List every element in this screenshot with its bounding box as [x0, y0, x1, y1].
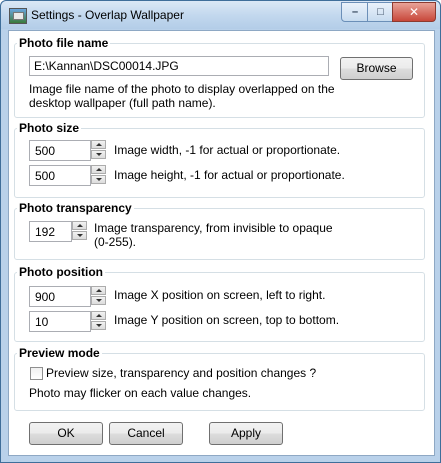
- photo-size-legend: Photo size: [19, 121, 80, 135]
- photo-file-legend: Photo file name: [19, 36, 109, 50]
- preview-mode-legend: Preview mode: [19, 346, 100, 360]
- apply-button[interactable]: Apply: [209, 422, 283, 445]
- image-width-down-arrow-icon[interactable]: [91, 150, 106, 159]
- image-y-down-arrow-icon[interactable]: [91, 321, 106, 330]
- image-x-spinner[interactable]: 900: [29, 286, 107, 307]
- image-width-spinner[interactable]: 500: [29, 140, 107, 161]
- preview-checkbox[interactable]: [30, 367, 43, 380]
- settings-window: Settings - Overlap Wallpaper – □ ✕ Photo…: [0, 0, 441, 463]
- photo-file-description-line1: Image file name of the photo to display …: [29, 82, 335, 96]
- maximize-icon: □: [377, 6, 384, 18]
- close-button[interactable]: ✕: [392, 2, 436, 22]
- transparency-label-line2: (0-255).: [94, 235, 137, 249]
- browse-button[interactable]: Browse: [340, 57, 413, 80]
- transparency-label-line1: Image transparency, from invisible to op…: [94, 221, 333, 235]
- image-height-label: Image height, -1 for actual or proportio…: [114, 168, 345, 182]
- transparency-up-arrow-icon[interactable]: [72, 221, 87, 230]
- title-bar[interactable]: Settings - Overlap Wallpaper – □ ✕: [1, 1, 440, 29]
- image-width-value[interactable]: 500: [29, 140, 91, 161]
- window-title: Settings - Overlap Wallpaper: [31, 8, 184, 22]
- preview-note: Photo may flicker on each value changes.: [29, 386, 252, 400]
- image-y-label: Image Y position on screen, top to botto…: [114, 313, 340, 327]
- cancel-button[interactable]: Cancel: [109, 422, 183, 445]
- photo-transparency-legend: Photo transparency: [19, 201, 132, 215]
- minimize-button[interactable]: –: [341, 2, 369, 22]
- image-y-value[interactable]: 10: [29, 311, 91, 332]
- ok-button[interactable]: OK: [29, 422, 103, 445]
- image-height-down-arrow-icon[interactable]: [91, 175, 106, 184]
- photo-file-description-line2: desktop wallpaper (full path name).: [29, 96, 216, 110]
- transparency-down-arrow-icon[interactable]: [72, 231, 87, 240]
- minimize-icon: –: [351, 6, 359, 18]
- image-height-value[interactable]: 500: [29, 165, 91, 186]
- image-height-spinner[interactable]: 500: [29, 165, 107, 186]
- image-x-label: Image X position on screen, left to righ…: [114, 288, 326, 302]
- transparency-spinner[interactable]: 192: [29, 221, 88, 242]
- image-y-up-arrow-icon[interactable]: [91, 311, 106, 320]
- preview-checkbox-label[interactable]: Preview size, transparency and position …: [46, 366, 316, 380]
- photo-file-input[interactable]: E:\Kannan\DSC00014.JPG: [29, 56, 329, 76]
- app-icon: [9, 8, 27, 24]
- image-x-down-arrow-icon[interactable]: [91, 296, 106, 305]
- image-width-label: Image width, -1 for actual or proportion…: [114, 143, 341, 157]
- transparency-value[interactable]: 192: [29, 221, 72, 242]
- image-y-spinner[interactable]: 10: [29, 311, 107, 332]
- image-width-up-arrow-icon[interactable]: [91, 140, 106, 149]
- image-x-up-arrow-icon[interactable]: [91, 286, 106, 295]
- image-x-value[interactable]: 900: [29, 286, 91, 307]
- maximize-button[interactable]: □: [367, 2, 394, 22]
- photo-position-legend: Photo position: [19, 265, 103, 279]
- image-height-up-arrow-icon[interactable]: [91, 165, 106, 174]
- close-icon: ✕: [408, 5, 420, 19]
